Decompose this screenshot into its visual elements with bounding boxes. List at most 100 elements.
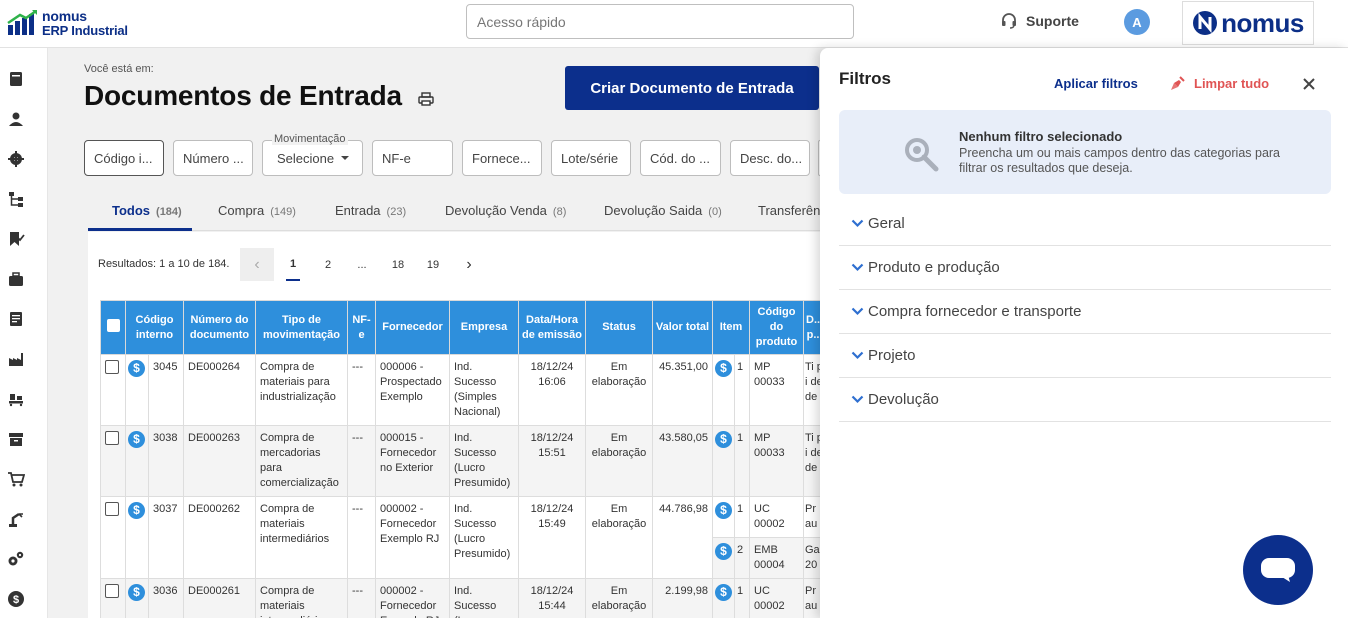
create-entry-document-button[interactable]: Criar Documento de Entrada — [565, 66, 819, 110]
dollar-icon[interactable]: $ — [7, 590, 25, 608]
col-item[interactable]: Item — [712, 300, 750, 355]
col-codigo-interno[interactable]: Código interno — [125, 300, 184, 355]
codigo-interno-filter[interactable]: Código i... — [84, 140, 164, 176]
table-row[interactable]: $ 3038 DE000263 Compra de mercadorias pa… — [100, 425, 827, 497]
col-nfe[interactable]: NF-e — [347, 300, 376, 355]
cell-fornecedor: 000002 - Fornecedor Exemplo RJ — [375, 496, 450, 579]
cell-data: 18/12/24 16:06 — [518, 354, 586, 426]
row-checkbox[interactable] — [105, 431, 119, 445]
lote-serie-filter[interactable]: Lote/série — [551, 140, 631, 176]
financial-dollar-icon[interactable]: $ — [128, 360, 145, 377]
col-fornecedor[interactable]: Fornecedor — [375, 300, 450, 355]
financial-dollar-icon[interactable]: $ — [128, 502, 145, 519]
table-row[interactable]: $ 3036 DE000261 Compra de materiais inte… — [100, 578, 827, 618]
table-row[interactable]: $ 3045 DE000264 Compra de materiais para… — [100, 354, 827, 426]
movimentacao-label: Movimentação — [272, 133, 348, 145]
col-tipo-movimentacao[interactable]: Tipo de movimentação — [255, 300, 348, 355]
print-icon[interactable] — [418, 92, 434, 106]
select-all-header[interactable] — [100, 300, 126, 355]
factory-icon[interactable] — [7, 350, 25, 368]
quick-access-input[interactable] — [466, 4, 854, 39]
info-text: Preencha um ou mais campos dentro das ca… — [959, 146, 1281, 175]
col-codigo-produto[interactable]: Código do produto — [749, 300, 804, 355]
chevron-down-icon — [851, 263, 864, 272]
row-checkbox[interactable] — [105, 584, 119, 598]
fornecedor-filter[interactable]: Fornece... — [462, 140, 542, 176]
row-checkbox[interactable] — [105, 360, 119, 374]
movimentacao-select[interactable]: Selecione — [262, 140, 363, 176]
support-link[interactable]: Suporte — [1000, 12, 1079, 30]
conveyor-icon[interactable] — [7, 390, 25, 408]
item-dollar-icon[interactable]: $ — [715, 584, 732, 601]
section-geral[interactable]: Geral — [839, 202, 1331, 246]
nfe-filter[interactable]: NF-e — [372, 140, 453, 176]
user-icon[interactable] — [7, 110, 25, 128]
gears-icon[interactable] — [7, 550, 25, 568]
chevron-down-icon — [851, 351, 864, 360]
cell-status: Em elaboração — [585, 354, 653, 426]
col-status[interactable]: Status — [585, 300, 653, 355]
prev-page-button[interactable]: ‹ — [240, 248, 274, 281]
section-devolucao[interactable]: Devolução — [839, 378, 1331, 422]
financial-dollar-icon[interactable]: $ — [128, 431, 145, 448]
page-2[interactable]: 2 — [321, 248, 335, 281]
select-all-checkbox[interactable] — [106, 318, 120, 332]
section-compra-fornecedor-transporte[interactable]: Compra fornecedor e transporte — [839, 290, 1331, 334]
item-dollar-icon[interactable]: $ — [715, 543, 732, 560]
item-dollar-icon[interactable]: $ — [715, 431, 732, 448]
bookmark-check-icon[interactable] — [7, 230, 25, 248]
svg-text:$: $ — [13, 594, 19, 606]
cart-icon[interactable] — [7, 470, 25, 488]
col-valor-total[interactable]: Valor total — [652, 300, 713, 355]
cell-valor: 2.199,98 — [652, 578, 713, 618]
clear-all-button[interactable]: Limpar tudo — [1170, 75, 1269, 91]
breadcrumb: Você está em: — [84, 63, 154, 75]
tab-devolucao-saida[interactable]: Devolução Saida (0) — [604, 203, 722, 218]
col-data-emissao[interactable]: Data/Hora de emissão — [518, 300, 586, 355]
gear-icon[interactable] — [7, 150, 25, 168]
cell-tipo: Compra de materiais intermediários — [255, 496, 348, 579]
tab-entrada[interactable]: Entrada (23) — [335, 203, 406, 218]
tab-devolucao-venda[interactable]: Devolução Venda (8) — [445, 203, 566, 218]
page-19[interactable]: 19 — [424, 248, 442, 281]
page-1[interactable]: 1 — [286, 248, 300, 281]
col-numero-documento[interactable]: Número do documento — [183, 300, 256, 355]
archive-box-icon[interactable] — [7, 430, 25, 448]
codigo-produto-filter[interactable]: Cód. do ... — [640, 140, 721, 176]
cell-numero: DE000262 — [183, 496, 256, 579]
drawer-title: Filtros — [839, 69, 891, 88]
documents-table: Código interno Número do documento Tipo … — [100, 300, 827, 618]
chat-button[interactable] — [1243, 535, 1313, 605]
tab-todos[interactable]: Todos (184) — [112, 203, 182, 218]
col-empresa[interactable]: Empresa — [449, 300, 519, 355]
page-18[interactable]: 18 — [389, 248, 407, 281]
info-title: Nenhum filtro selecionado — [959, 129, 1123, 144]
cell-nfe: --- — [347, 425, 376, 497]
numero-documento-filter[interactable]: Número ... — [173, 140, 253, 176]
descricao-produto-filter[interactable]: Desc. do... — [730, 140, 810, 176]
book-icon[interactable] — [7, 70, 25, 88]
financial-dollar-icon[interactable]: $ — [128, 584, 145, 601]
item-dollar-icon[interactable]: $ — [715, 360, 732, 377]
tab-transferencia[interactable]: Transferên — [758, 203, 820, 218]
section-label: Geral — [868, 215, 905, 232]
close-icon[interactable] — [1301, 76, 1317, 92]
table-row[interactable]: $ 3037 DE000262 Compra de materiais inte… — [100, 496, 827, 579]
section-produto-producao[interactable]: Produto e produção — [839, 246, 1331, 290]
briefcase-icon[interactable] — [7, 270, 25, 288]
cell-tipo: Compra de mercadorias para comercializaç… — [255, 425, 348, 497]
apply-filters-button[interactable]: Aplicar filtros — [1054, 76, 1138, 91]
tab-compra[interactable]: Compra (149) — [218, 203, 296, 218]
section-projeto[interactable]: Projeto — [839, 334, 1331, 378]
robot-arm-icon[interactable] — [7, 510, 25, 528]
magnifier-icon — [905, 138, 939, 172]
row-checkbox[interactable] — [105, 502, 119, 516]
item-dollar-icon[interactable]: $ — [715, 502, 732, 519]
document-list-icon[interactable] — [7, 310, 25, 328]
hierarchy-icon[interactable] — [7, 190, 25, 208]
user-avatar[interactable]: A — [1124, 9, 1150, 35]
nomus-erp-logo[interactable]: nomus ERP Industrial — [6, 7, 136, 39]
results-count: Resultados: 1 a 10 de 184. — [98, 258, 230, 270]
cell-codigo-produto: MP 00033 — [749, 425, 804, 497]
next-page-button[interactable]: › — [460, 248, 478, 281]
